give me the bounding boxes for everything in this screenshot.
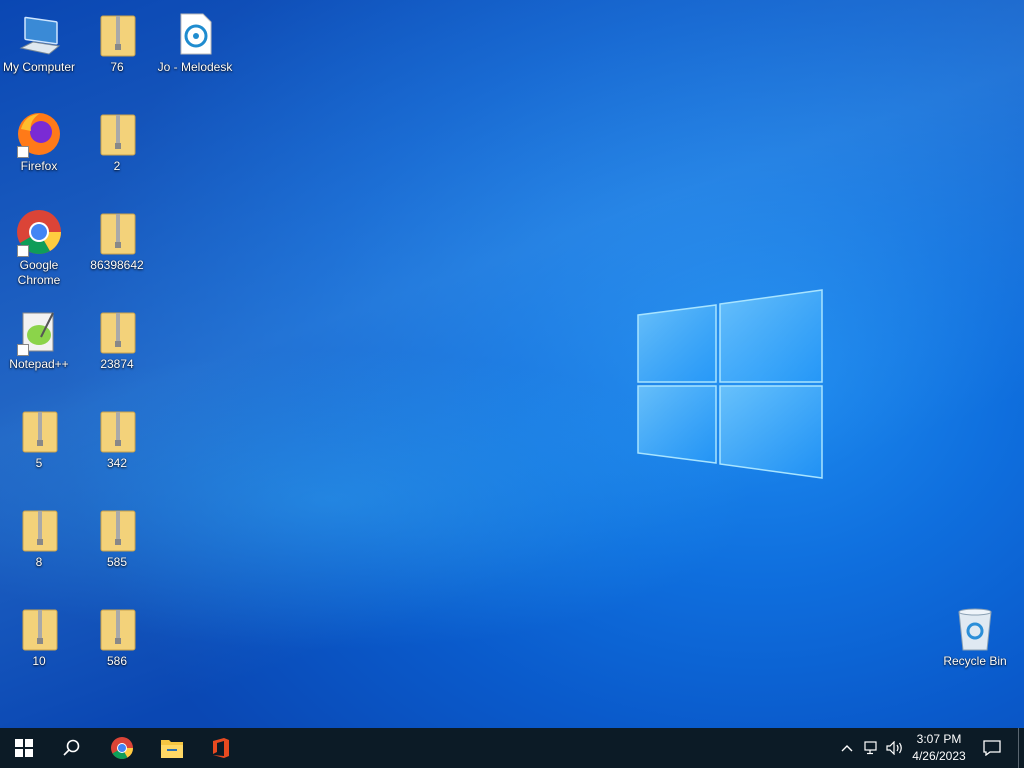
taskbar-clock[interactable]: 3:07 PM 4/26/2023 xyxy=(904,731,974,765)
desktop-icon-notepadpp[interactable]: Notepad++ xyxy=(0,301,78,372)
zip-folder-icon xyxy=(15,604,63,652)
desktop-icon-zip-342[interactable]: 342 xyxy=(78,400,156,471)
zip-folder-icon xyxy=(15,406,63,454)
computer-icon xyxy=(15,10,63,58)
zip-folder-icon xyxy=(93,208,141,256)
zip-folder-icon xyxy=(93,406,141,454)
zip-folder-icon xyxy=(93,505,141,553)
desktop-icon-zip-586[interactable]: 586 xyxy=(78,598,156,669)
search-button[interactable] xyxy=(48,728,96,768)
windows-start-icon xyxy=(15,739,33,757)
firefox-icon xyxy=(15,109,63,158)
chevron-up-icon xyxy=(841,745,853,752)
office-icon xyxy=(213,738,229,758)
taskbar-chrome-button[interactable] xyxy=(98,728,146,768)
volume-button[interactable] xyxy=(884,728,906,768)
notepadpp-icon xyxy=(15,307,63,356)
zip-folder-icon xyxy=(15,505,63,553)
start-button[interactable] xyxy=(0,728,48,768)
desktop-icon-zip-2[interactable]: 2 xyxy=(78,103,156,174)
desktop-icon-jo-melodesk[interactable]: Jo - Melodesk xyxy=(156,4,234,75)
taskbar-file-explorer-button[interactable] xyxy=(148,728,196,768)
clock-time: 3:07 PM xyxy=(916,732,962,746)
desktop-icon-zip-76[interactable]: 76 xyxy=(78,4,156,75)
shortcut-arrow-icon xyxy=(17,245,29,257)
melodesk-file-icon xyxy=(171,10,219,58)
desktop: My Computer Firefox Google Chrome Notepa… xyxy=(0,0,1024,728)
windows-logo-wallpaper xyxy=(637,289,823,479)
speaker-icon xyxy=(886,741,902,755)
desktop-icon-zip-86398642[interactable]: 86398642 xyxy=(78,202,156,273)
action-center-button[interactable] xyxy=(978,728,1006,768)
zip-folder-icon xyxy=(93,604,141,652)
desktop-icon-zip-23874[interactable]: 23874 xyxy=(78,301,156,372)
network-button[interactable] xyxy=(861,728,883,768)
desktop-icon-zip-5[interactable]: 5 xyxy=(0,400,78,471)
desktop-icon-my-computer[interactable]: My Computer xyxy=(0,4,78,75)
shortcut-arrow-icon xyxy=(17,344,29,356)
show-hidden-icons-button[interactable] xyxy=(838,728,856,768)
chrome-icon xyxy=(15,208,63,257)
desktop-icon-firefox[interactable]: Firefox xyxy=(0,103,78,174)
file-explorer-icon xyxy=(161,740,183,758)
clock-date: 4/26/2023 xyxy=(912,749,966,763)
search-icon xyxy=(63,739,80,756)
show-desktop-button[interactable] xyxy=(1018,728,1024,768)
chrome-icon xyxy=(111,737,133,759)
desktop-icon-zip-585[interactable]: 585 xyxy=(78,499,156,570)
desktop-icon-zip-10[interactable]: 10 xyxy=(0,598,78,669)
taskbar-office-button[interactable] xyxy=(197,728,245,768)
desktop-icon-recycle-bin[interactable]: Recycle Bin xyxy=(936,598,1014,669)
network-icon xyxy=(864,741,877,755)
taskbar: 3:07 PM 4/26/2023 xyxy=(0,728,1024,768)
zip-folder-icon xyxy=(93,109,141,157)
desktop-icon-google-chrome[interactable]: Google Chrome xyxy=(0,202,78,288)
shortcut-arrow-icon xyxy=(17,146,29,158)
zip-folder-icon xyxy=(93,10,141,58)
desktop-icon-zip-8[interactable]: 8 xyxy=(0,499,78,570)
notification-icon xyxy=(983,740,1001,756)
zip-folder-icon xyxy=(93,307,141,355)
recycle-bin-icon xyxy=(951,604,999,652)
